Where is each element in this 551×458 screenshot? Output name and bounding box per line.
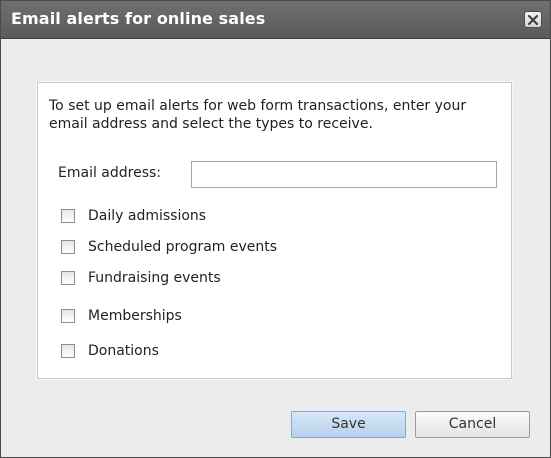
instructions-text: To set up email alerts for web form tran… xyxy=(49,98,467,132)
checkbox-label: Daily admissions xyxy=(88,208,207,224)
email-alerts-dialog: Email alerts for online sales To set up … xyxy=(0,0,551,458)
email-address-input[interactable] xyxy=(191,161,497,188)
checkbox-label: Fundraising events xyxy=(88,270,221,286)
checkbox-label: Memberships xyxy=(88,308,182,324)
dialog-title: Email alerts for online sales xyxy=(11,9,266,28)
email-address-label: Email address: xyxy=(58,165,162,181)
checkbox[interactable] xyxy=(61,209,75,223)
checkbox[interactable] xyxy=(61,309,75,323)
dialog-title-bar[interactable]: Email alerts for online sales xyxy=(1,1,550,39)
checkbox[interactable] xyxy=(61,240,75,254)
cancel-button[interactable]: Cancel xyxy=(415,411,530,438)
alert-settings-panel: To set up email alerts for web form tran… xyxy=(37,82,512,379)
checkbox[interactable] xyxy=(61,344,75,358)
close-button[interactable] xyxy=(524,11,542,28)
checkbox-label: Scheduled program events xyxy=(88,239,278,255)
checkbox-label: Donations xyxy=(88,343,159,359)
save-button[interactable]: Save xyxy=(291,411,406,438)
close-icon xyxy=(528,15,538,25)
checkbox[interactable] xyxy=(61,271,75,285)
